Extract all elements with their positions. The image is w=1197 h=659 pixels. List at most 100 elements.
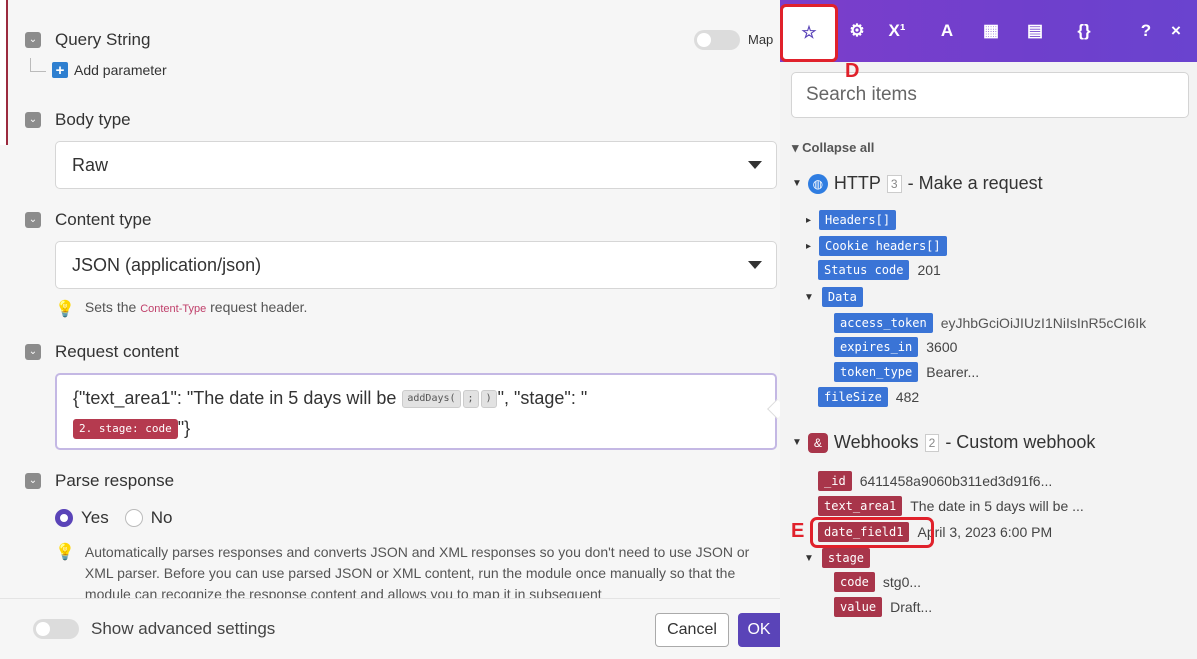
collapse-all-label: Collapse all	[802, 140, 875, 155]
access-token-tag[interactable]: access_token	[834, 313, 933, 333]
query-string-section[interactable]: ⌄ Query String	[25, 30, 150, 50]
headers-item[interactable]: ▸ Headers[]	[806, 210, 897, 230]
cancel-button[interactable]: Cancel	[655, 613, 729, 647]
function-tab-bar: ☆ ⚙ X¹ A ▦ ▤ {} ? ×	[780, 0, 1197, 62]
calendar-icon[interactable]: ▦	[978, 18, 1004, 44]
value-item[interactable]: value Draft...	[834, 597, 932, 617]
id-tag[interactable]: _id	[818, 471, 852, 491]
content-type-select[interactable]: JSON (application/json)	[55, 241, 777, 289]
status-code-value: 201	[917, 262, 941, 278]
braces-icon[interactable]: {}	[1070, 18, 1098, 44]
value-value: Draft...	[890, 599, 933, 615]
close-icon[interactable]: ×	[1165, 18, 1187, 44]
ok-button[interactable]: OK	[738, 613, 780, 647]
content-type-hint: 💡 Sets the Content-Type request header.	[55, 299, 307, 319]
gear-icon[interactable]: ⚙	[844, 18, 870, 44]
map-toggle[interactable]	[694, 30, 740, 50]
help-icon[interactable]: ?	[1135, 18, 1157, 44]
webhooks-module-header[interactable]: ▼ & Webhooks 2 - Custom webhook	[792, 432, 1095, 453]
token-type-item[interactable]: token_type Bearer...	[834, 362, 979, 382]
show-advanced-settings[interactable]: Show advanced settings	[33, 619, 275, 639]
hint-code: Content-Type	[140, 303, 207, 315]
code-item[interactable]: code stg0...	[834, 572, 921, 592]
chevron-down-icon[interactable]: ⌄	[25, 344, 41, 360]
map-label: Map	[748, 32, 774, 47]
app-root: ⌄ Query String Map + Add parameter ⌄ Bod…	[0, 0, 1197, 659]
expand-triangle-icon[interactable]: ▼	[792, 437, 802, 448]
status-code-item[interactable]: Status code 201	[818, 260, 941, 280]
data-item[interactable]: ▼ Data	[804, 287, 863, 307]
file-size-tag[interactable]: fileSize	[818, 387, 888, 407]
parse-hint-text: Automatically parses responses and conve…	[84, 544, 750, 602]
body-type-label: Body type	[55, 110, 131, 129]
data-tag[interactable]: Data	[821, 287, 863, 307]
no-label: No	[150, 508, 173, 527]
yes-radio[interactable]	[55, 509, 73, 527]
file-size-value: 482	[895, 389, 920, 405]
body-type-section[interactable]: ⌄ Body type	[25, 110, 131, 130]
request-content-editor[interactable]: {"text_area1": "The date in 5 days will …	[55, 373, 777, 450]
expand-triangle-icon[interactable]: ▼	[804, 292, 814, 303]
text-area1-item[interactable]: text_area1 The date in 5 days will be ..…	[818, 496, 1084, 516]
webhooks-module-count: 2	[924, 433, 940, 452]
form-footer: Show advanced settings Cancel OK	[0, 598, 780, 659]
add-days-function-pill[interactable]: addDays(	[402, 390, 461, 409]
show-advanced-label: Show advanced settings	[91, 619, 276, 638]
value-tag[interactable]: value	[834, 597, 883, 617]
expand-triangle-icon[interactable]: ▼	[804, 553, 814, 564]
text-area1-value: The date in 5 days will be ...	[910, 498, 1084, 514]
access-token-item[interactable]: access_token eyJhbGciOiJIUzI1NiIsInR5cCI…	[834, 313, 1146, 333]
plus-icon[interactable]: +	[52, 62, 68, 78]
table-icon[interactable]: ▤	[1022, 18, 1048, 44]
content-type-section[interactable]: ⌄ Content type	[25, 210, 151, 230]
hint-prefix: Sets the	[84, 299, 137, 315]
expires-in-item[interactable]: expires_in 3600	[834, 337, 957, 357]
annotation-highlight-e	[810, 517, 934, 548]
expand-triangle-icon[interactable]: ▼	[792, 178, 802, 189]
text-area1-tag[interactable]: text_area1	[818, 496, 903, 516]
parse-response-section[interactable]: ⌄ Parse response	[25, 471, 174, 491]
chevron-down-icon[interactable]: ⌄	[25, 32, 41, 48]
parse-response-hint: 💡 Automatically parses responses and con…	[55, 542, 777, 605]
chevron-down-icon[interactable]: ⌄	[25, 473, 41, 489]
yes-label: Yes	[81, 508, 109, 527]
file-size-item[interactable]: fileSize 482	[818, 387, 919, 407]
collapse-all-link[interactable]: ▾ Collapse all	[792, 140, 874, 156]
parse-response-radios: Yes No	[55, 508, 172, 528]
stage-code-pill[interactable]: 2. stage: code	[73, 419, 178, 440]
http-module-header[interactable]: ▼ ◍ HTTP 3 - Make a request	[792, 173, 1043, 194]
http-module-name: HTTP	[833, 173, 881, 193]
tree-connector	[30, 58, 46, 72]
cookie-headers-item[interactable]: ▸ Cookie headers[]	[806, 236, 947, 256]
function-separator-pill[interactable]: ;	[462, 390, 479, 409]
token-type-tag[interactable]: token_type	[834, 362, 919, 382]
superscript-icon[interactable]: X¹	[877, 18, 917, 44]
add-parameter-button[interactable]: + Add parameter	[30, 58, 167, 78]
stage-item[interactable]: ▼ stage	[804, 548, 871, 568]
chevron-down-icon[interactable]: ⌄	[25, 212, 41, 228]
collapsed-triangle-icon[interactable]: ▸	[806, 241, 811, 252]
expires-in-tag[interactable]: expires_in	[834, 337, 919, 357]
annotation-label-e: E	[791, 520, 805, 542]
star-icon[interactable]: ☆	[780, 4, 838, 62]
chevron-down-icon[interactable]: ⌄	[25, 112, 41, 128]
code-tag[interactable]: code	[834, 572, 875, 592]
advanced-toggle[interactable]	[33, 619, 79, 639]
headers-tag[interactable]: Headers[]	[819, 210, 897, 230]
function-close-pill[interactable]: )	[480, 390, 497, 409]
request-text-3: "}	[177, 418, 191, 438]
cookie-headers-tag[interactable]: Cookie headers[]	[819, 236, 947, 256]
content-type-value: JSON (application/json)	[72, 254, 262, 275]
text-icon[interactable]: A	[934, 18, 960, 44]
stage-tag[interactable]: stage	[821, 548, 871, 568]
no-radio[interactable]	[124, 509, 143, 527]
webhooks-module-desc: - Custom webhook	[945, 432, 1096, 452]
collapsed-triangle-icon[interactable]: ▸	[806, 215, 811, 226]
body-type-select[interactable]: Raw	[55, 141, 777, 189]
id-item[interactable]: _id 6411458a9060b311ed3d91f6...	[818, 471, 1052, 491]
query-string-label: Query String	[55, 30, 151, 49]
dropdown-caret-icon	[748, 261, 762, 269]
annotation-label-d: D	[845, 60, 860, 82]
request-content-section[interactable]: ⌄ Request content	[25, 342, 179, 362]
status-code-tag[interactable]: Status code	[818, 260, 910, 280]
